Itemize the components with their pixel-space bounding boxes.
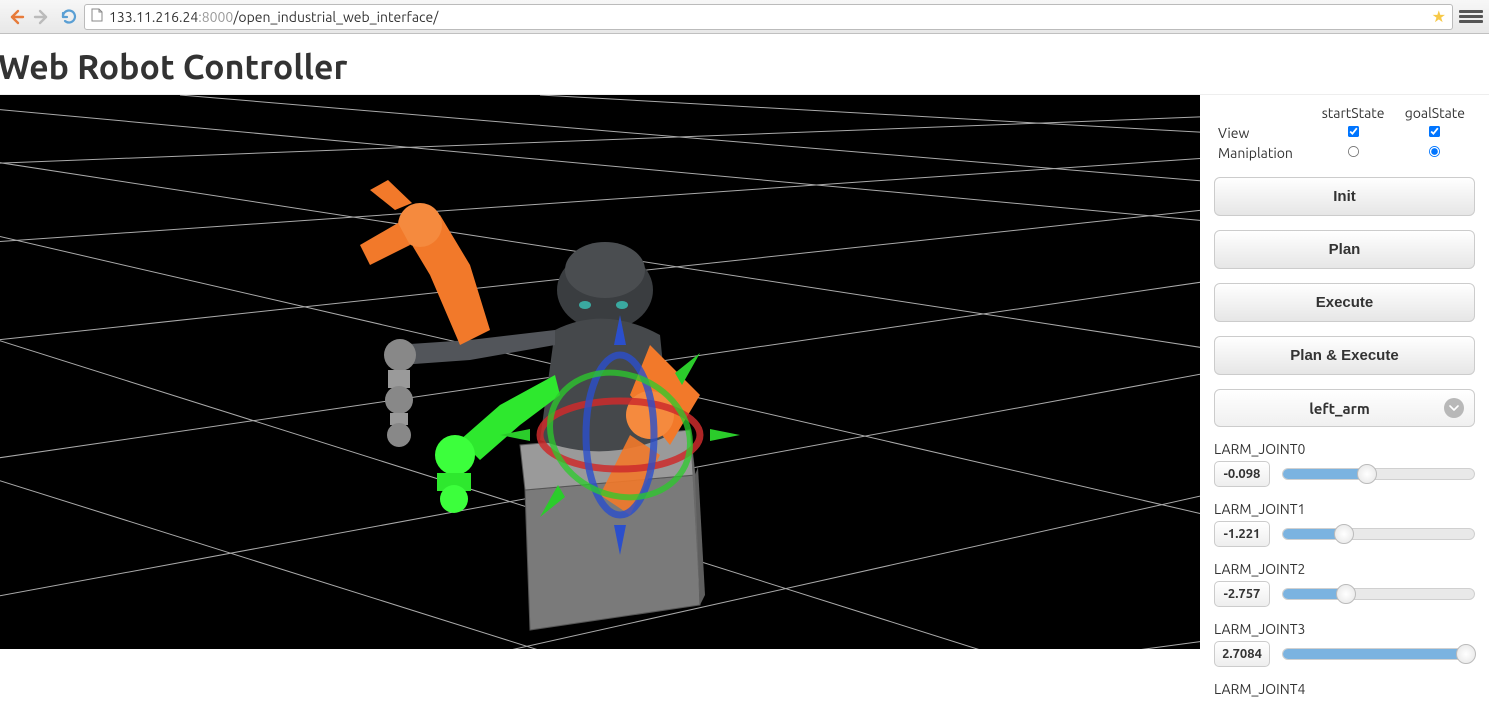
control-panel: startState goalState View Maniplation In… <box>1200 95 1489 710</box>
joint-label: LARM_JOINT1 <box>1214 501 1475 517</box>
view-goal-checkbox[interactable] <box>1429 126 1440 137</box>
joint-row: -1.221 <box>1214 521 1475 547</box>
col-start-state: startState <box>1312 103 1395 123</box>
page-title: Web Robot Controller <box>0 48 1489 86</box>
page-icon <box>91 8 103 25</box>
joint-row: 2.7084 <box>1214 641 1475 667</box>
slider-thumb[interactable] <box>1357 464 1377 484</box>
reload-button[interactable] <box>58 7 78 27</box>
url-port: :8000 <box>198 9 233 25</box>
joint-row: -2.757 <box>1214 581 1475 607</box>
joint-label: LARM_JOINT3 <box>1214 621 1475 637</box>
init-button[interactable]: Init <box>1214 177 1475 216</box>
row-manip-label: Maniplation <box>1214 143 1312 163</box>
arm-selector-label: left_arm <box>1225 400 1436 417</box>
url-bar[interactable]: 133.11.216.24:8000/open_industrial_web_i… <box>84 4 1453 30</box>
manip-goal-radio[interactable] <box>1429 146 1440 157</box>
joint-row: -0.098 <box>1214 461 1475 487</box>
joint-label: LARM_JOINT0 <box>1214 441 1475 457</box>
row-view-label: View <box>1214 123 1312 143</box>
joint-value[interactable]: 2.7084 <box>1214 641 1270 667</box>
menu-button[interactable] <box>1459 7 1483 27</box>
joint-value[interactable]: -0.098 <box>1214 461 1270 487</box>
joint-block: LARM_JOINT4 <box>1214 681 1475 697</box>
bookmark-star-icon[interactable]: ★ <box>1432 7 1446 26</box>
joint-slider[interactable] <box>1282 588 1475 600</box>
manip-start-radio[interactable] <box>1348 146 1359 157</box>
page-header: Web Robot Controller <box>0 34 1489 95</box>
plan-button[interactable]: Plan <box>1214 230 1475 269</box>
joint-label: LARM_JOINT2 <box>1214 561 1475 577</box>
3d-viewport[interactable] <box>0 95 1200 649</box>
joint-slider[interactable] <box>1282 528 1475 540</box>
nav-forward-button[interactable] <box>32 7 52 27</box>
url-host: 133.11.216.24 <box>109 9 198 25</box>
joint-value[interactable]: -2.757 <box>1214 581 1270 607</box>
arm-selector[interactable]: left_arm <box>1214 389 1475 427</box>
joint-block: LARM_JOINT1 -1.221 <box>1214 501 1475 547</box>
slider-thumb[interactable] <box>1336 584 1356 604</box>
nav-back-button[interactable] <box>6 7 26 27</box>
joint-block: LARM_JOINT0 -0.098 <box>1214 441 1475 487</box>
state-table: startState goalState View Maniplation <box>1214 103 1475 163</box>
col-goal-state: goalState <box>1395 103 1475 123</box>
joint-slider[interactable] <box>1282 468 1475 480</box>
chevron-down-icon <box>1444 398 1464 418</box>
slider-thumb[interactable] <box>1334 524 1354 544</box>
joint-label: LARM_JOINT4 <box>1214 681 1475 697</box>
execute-button[interactable]: Execute <box>1214 283 1475 322</box>
slider-thumb[interactable] <box>1456 644 1476 664</box>
view-start-checkbox[interactable] <box>1348 126 1359 137</box>
joint-slider[interactable] <box>1282 648 1475 660</box>
robot-arm-orange <box>360 180 490 345</box>
browser-toolbar: 133.11.216.24:8000/open_industrial_web_i… <box>0 0 1489 34</box>
joint-block: LARM_JOINT3 2.7084 <box>1214 621 1475 667</box>
url-path: /open_industrial_web_interface/ <box>233 9 438 25</box>
plan-execute-button[interactable]: Plan & Execute <box>1214 336 1475 375</box>
joint-value[interactable]: -1.221 <box>1214 521 1270 547</box>
joint-block: LARM_JOINT2 -2.757 <box>1214 561 1475 607</box>
